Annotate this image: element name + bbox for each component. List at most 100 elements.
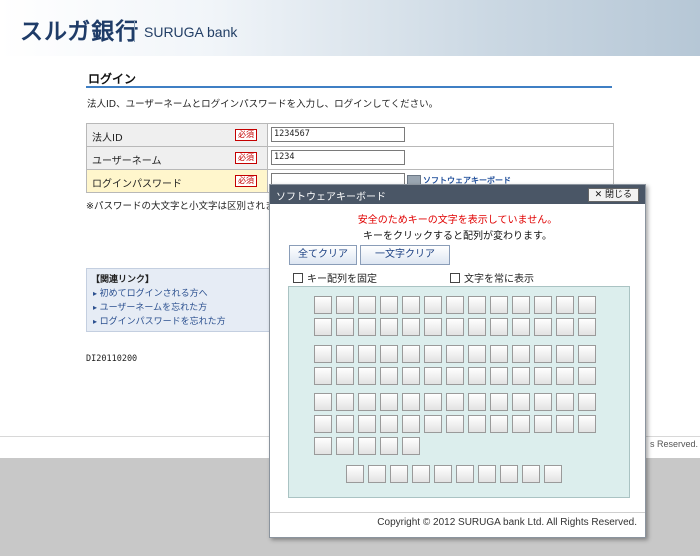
keyboard-key[interactable] — [446, 318, 464, 336]
keyboard-key[interactable] — [336, 318, 354, 336]
keyboard-key[interactable] — [490, 345, 508, 363]
keyboard-key[interactable] — [434, 465, 452, 483]
keyboard-key[interactable] — [424, 393, 442, 411]
username-input[interactable]: 1234 — [271, 150, 405, 165]
keyboard-key[interactable] — [314, 296, 332, 314]
corp-id-input[interactable]: 1234567 — [271, 127, 405, 142]
keyboard-key[interactable] — [358, 393, 376, 411]
keyboard-key[interactable] — [380, 415, 398, 433]
clear-one-char-button[interactable]: 一文字クリア — [360, 245, 450, 265]
keyboard-key[interactable] — [402, 415, 420, 433]
keyboard-key[interactable] — [358, 437, 376, 455]
dialog-titlebar[interactable]: ソフトウェアキーボード ✕ 閉じる — [270, 185, 645, 204]
keyboard-key[interactable] — [512, 345, 530, 363]
keyboard-key[interactable] — [556, 367, 574, 385]
keyboard-key[interactable] — [358, 296, 376, 314]
keyboard-key[interactable] — [544, 465, 562, 483]
keyboard-key[interactable] — [512, 415, 530, 433]
keyboard-key[interactable] — [402, 318, 420, 336]
keyboard-key[interactable] — [314, 393, 332, 411]
keyboard-key[interactable] — [314, 367, 332, 385]
keyboard-key[interactable] — [490, 296, 508, 314]
keyboard-key[interactable] — [556, 318, 574, 336]
keyboard-key[interactable] — [446, 367, 464, 385]
keyboard-key[interactable] — [468, 345, 486, 363]
keyboard-key[interactable] — [578, 318, 596, 336]
keyboard-key[interactable] — [336, 415, 354, 433]
keyboard-key[interactable] — [380, 318, 398, 336]
keyboard-key[interactable] — [456, 465, 474, 483]
keyboard-key[interactable] — [578, 345, 596, 363]
link-forgot-username[interactable]: ユーザーネームを忘れた方 — [93, 300, 208, 313]
keyboard-key[interactable] — [336, 437, 354, 455]
keyboard-key[interactable] — [402, 345, 420, 363]
keyboard-key[interactable] — [402, 367, 420, 385]
keyboard-key[interactable] — [314, 345, 332, 363]
keyboard-key[interactable] — [446, 393, 464, 411]
keyboard-key[interactable] — [578, 415, 596, 433]
keyboard-key[interactable] — [380, 393, 398, 411]
link-first-login[interactable]: 初めてログインされる方へ — [93, 286, 208, 299]
keyboard-key[interactable] — [534, 296, 552, 314]
keyboard-key[interactable] — [424, 367, 442, 385]
keyboard-key[interactable] — [336, 345, 354, 363]
always-show-checkbox[interactable]: 文字を常に表示 — [450, 270, 534, 285]
keyboard-key[interactable] — [402, 393, 420, 411]
keyboard-key[interactable] — [512, 367, 530, 385]
keyboard-key[interactable] — [424, 415, 442, 433]
keyboard-key[interactable] — [368, 465, 386, 483]
keyboard-key[interactable] — [490, 318, 508, 336]
checkbox-box[interactable] — [293, 273, 303, 283]
keyboard-key[interactable] — [468, 296, 486, 314]
keyboard-key[interactable] — [522, 465, 540, 483]
keyboard-key[interactable] — [578, 367, 596, 385]
keyboard-key[interactable] — [412, 465, 430, 483]
keyboard-key[interactable] — [556, 345, 574, 363]
keyboard-key[interactable] — [380, 296, 398, 314]
keyboard-key[interactable] — [512, 393, 530, 411]
keyboard-key[interactable] — [534, 367, 552, 385]
keyboard-key[interactable] — [314, 318, 332, 336]
keyboard-key[interactable] — [578, 393, 596, 411]
keyboard-key[interactable] — [358, 415, 376, 433]
keyboard-key[interactable] — [380, 367, 398, 385]
keyboard-key[interactable] — [500, 465, 518, 483]
keyboard-key[interactable] — [424, 318, 442, 336]
keyboard-key[interactable] — [556, 296, 574, 314]
keyboard-key[interactable] — [336, 296, 354, 314]
keyboard-key[interactable] — [346, 465, 364, 483]
clear-all-button[interactable]: 全てクリア — [289, 245, 357, 265]
keyboard-key[interactable] — [468, 415, 486, 433]
keyboard-key[interactable] — [446, 345, 464, 363]
keyboard-key[interactable] — [490, 393, 508, 411]
keyboard-key[interactable] — [556, 393, 574, 411]
keyboard-key[interactable] — [578, 296, 596, 314]
keyboard-key[interactable] — [424, 345, 442, 363]
keyboard-key[interactable] — [358, 345, 376, 363]
keyboard-key[interactable] — [336, 393, 354, 411]
keyboard-key[interactable] — [556, 415, 574, 433]
keyboard-key[interactable] — [534, 318, 552, 336]
keyboard-key[interactable] — [534, 415, 552, 433]
keyboard-key[interactable] — [468, 318, 486, 336]
checkbox-box[interactable] — [450, 273, 460, 283]
keyboard-key[interactable] — [446, 296, 464, 314]
keyboard-key[interactable] — [468, 367, 486, 385]
keyboard-key[interactable] — [512, 296, 530, 314]
close-button[interactable]: ✕ 閉じる — [587, 188, 639, 202]
keyboard-key[interactable] — [490, 367, 508, 385]
keyboard-key[interactable] — [446, 415, 464, 433]
link-forgot-password[interactable]: ログインパスワードを忘れた方 — [93, 314, 226, 327]
keyboard-key[interactable] — [380, 437, 398, 455]
keyboard-key[interactable] — [358, 367, 376, 385]
keyboard-key[interactable] — [314, 437, 332, 455]
keyboard-key[interactable] — [390, 465, 408, 483]
keyboard-key[interactable] — [358, 318, 376, 336]
fix-layout-checkbox[interactable]: キー配列を固定 — [293, 270, 377, 285]
keyboard-key[interactable] — [314, 415, 332, 433]
keyboard-key[interactable] — [534, 393, 552, 411]
keyboard-key[interactable] — [402, 296, 420, 314]
keyboard-key[interactable] — [478, 465, 496, 483]
keyboard-key[interactable] — [424, 296, 442, 314]
keyboard-key[interactable] — [468, 393, 486, 411]
